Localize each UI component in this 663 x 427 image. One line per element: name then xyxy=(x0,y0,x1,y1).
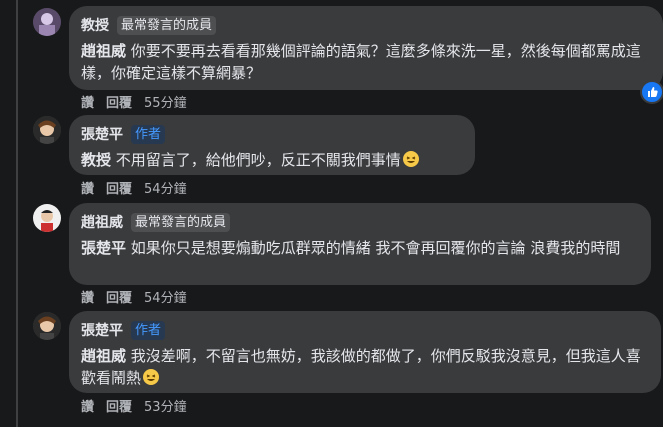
like-button[interactable]: 讚 xyxy=(81,92,94,111)
comment-body: 如果你只是想要煽動吃瓜群眾的情緒 我不會再回覆你的言論 浪費我的時間 xyxy=(126,239,621,257)
comment-actions: 讚 回覆 55分鐘 xyxy=(81,92,187,111)
comment-actions: 讚 回覆 54分鐘 xyxy=(81,178,187,197)
commenter-name[interactable]: 趙祖威 xyxy=(81,212,123,232)
comment-text: 趙祖威 我沒差啊，不留言也無妨，我該做的都做了，你們反駁我沒意見，但我這人喜歡看… xyxy=(81,345,649,389)
comment-bubble: 張楚平 作者 教授 不用留言了，給他們吵，反正不關我們事情 xyxy=(69,115,475,175)
timestamp[interactable]: 55分鐘 xyxy=(144,92,187,111)
avatar-image xyxy=(33,312,61,340)
comment-actions: 讚 回覆 54分鐘 xyxy=(81,287,187,306)
comment-bubble: 教授 最常發言的成員 趙祖威 你要不要再去看看那幾個評論的語氣？這麼多條來洗一星… xyxy=(69,6,663,90)
member-badge: 最常發言的成員 xyxy=(117,15,217,35)
comment-bubble: 張楚平 作者 趙祖威 我沒差啊，不留言也無妨，我該做的都做了，你們反駁我沒意見，… xyxy=(69,311,661,393)
author-badge: 作者 xyxy=(131,124,166,144)
reply-button[interactable]: 回覆 xyxy=(106,287,132,306)
avatar[interactable] xyxy=(33,8,61,36)
like-button[interactable]: 讚 xyxy=(81,396,94,415)
like-button[interactable]: 讚 xyxy=(81,287,94,306)
laughing-emoji-icon xyxy=(143,369,160,385)
commenter-name[interactable]: 張楚平 xyxy=(81,124,123,144)
comment-body: 我沒差啊，不留言也無妨，我該做的都做了，你們反駁我沒意見，但我這人喜歡看鬧熱 xyxy=(81,347,641,387)
comment-text: 趙祖威 你要不要再去看看那幾個評論的語氣？這麼多條來洗一星，然後每個都罵成這樣，… xyxy=(81,40,651,84)
commenter-name[interactable]: 教授 xyxy=(81,15,109,35)
avatar-image xyxy=(33,116,61,144)
thread-line xyxy=(16,0,18,427)
mention-link[interactable]: 教授 xyxy=(81,151,111,169)
laughing-emoji-icon xyxy=(402,151,419,167)
mention-link[interactable]: 張楚平 xyxy=(81,239,126,257)
avatar[interactable] xyxy=(33,312,61,340)
like-button[interactable]: 讚 xyxy=(81,178,94,197)
avatar[interactable] xyxy=(33,204,61,232)
comment-body: 你要不要再去看看那幾個評論的語氣？這麼多條來洗一星，然後每個都罵成這樣，你確定這… xyxy=(81,42,641,82)
reply-button[interactable]: 回覆 xyxy=(106,92,132,111)
reply-button[interactable]: 回覆 xyxy=(106,178,132,197)
member-badge: 最常發言的成員 xyxy=(131,212,231,232)
comment-text: 張楚平 如果你只是想要煽動吃瓜群眾的情緒 我不會再回覆你的言論 浪費我的時間 xyxy=(81,237,639,259)
timestamp[interactable]: 54分鐘 xyxy=(144,178,187,197)
avatar-image xyxy=(33,8,61,36)
mention-link[interactable]: 趙祖威 xyxy=(81,42,126,60)
avatar-image xyxy=(33,204,61,232)
author-badge: 作者 xyxy=(131,320,166,340)
timestamp[interactable]: 54分鐘 xyxy=(144,287,187,306)
avatar[interactable] xyxy=(33,116,61,144)
timestamp[interactable]: 53分鐘 xyxy=(144,396,187,415)
comment-bubble: 趙祖威 最常發言的成員 張楚平 如果你只是想要煽動吃瓜群眾的情緒 我不會再回覆你… xyxy=(69,203,651,285)
comment-text: 教授 不用留言了，給他們吵，反正不關我們事情 xyxy=(81,149,463,171)
mention-link[interactable]: 趙祖威 xyxy=(81,347,126,365)
commenter-name[interactable]: 張楚平 xyxy=(81,320,123,340)
reply-button[interactable]: 回覆 xyxy=(106,396,132,415)
like-reaction-icon[interactable] xyxy=(640,80,663,104)
comment-body: 不用留言了，給他們吵，反正不關我們事情 xyxy=(111,151,401,169)
comment-actions: 讚 回覆 53分鐘 xyxy=(81,396,187,415)
